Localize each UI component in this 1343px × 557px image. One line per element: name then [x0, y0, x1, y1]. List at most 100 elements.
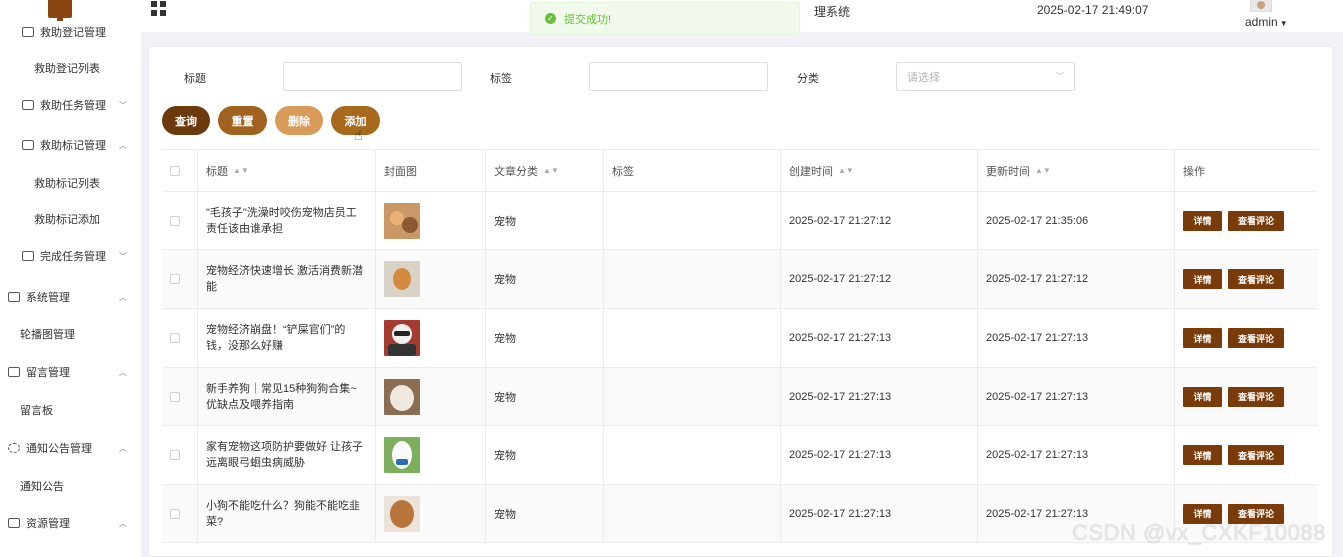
- document-icon: [22, 100, 34, 110]
- row-updated: 2025-02-17 21:27:12: [978, 250, 1175, 308]
- dog-with-sunglasses-photo: [384, 320, 420, 356]
- user-menu[interactable]: admin ▼: [1245, 15, 1288, 29]
- delete-button[interactable]: 删除: [275, 106, 323, 135]
- chevron-up-icon: ︿: [119, 367, 127, 377]
- current-datetime: 2025-02-17 21:49:07: [1037, 3, 1149, 17]
- detail-button[interactable]: 详情: [1183, 445, 1222, 465]
- row-created: 2025-02-17 21:27:13: [781, 309, 978, 367]
- chevron-down-icon: ﹀: [1056, 72, 1064, 81]
- white-dog-photo: [384, 437, 420, 473]
- row-category: 宠物: [486, 192, 604, 249]
- box-icon: [8, 518, 20, 528]
- filter-tag-input[interactable]: [589, 62, 768, 91]
- column-title[interactable]: 标题 ▲▼: [198, 150, 376, 191]
- column-created[interactable]: 创建时间 ▲▼: [781, 150, 978, 191]
- view-comments-button[interactable]: 查看评论: [1228, 269, 1284, 289]
- sort-icon[interactable]: ▲▼: [838, 166, 854, 175]
- row-updated: 2025-02-17 21:35:06: [978, 192, 1175, 249]
- row-tag: [604, 192, 781, 249]
- filter-category-select[interactable]: 请选择 ﹀: [896, 62, 1075, 91]
- view-comments-button[interactable]: 查看评论: [1228, 445, 1284, 465]
- folder-icon: [8, 367, 20, 377]
- row-title: 宠物经济崩盘！“铲屎官们”的钱，没那么好赚: [198, 309, 376, 367]
- sort-icon[interactable]: ▲▼: [543, 166, 559, 175]
- poodle-photo: [384, 495, 420, 532]
- filter-tag-label: 标签: [490, 73, 512, 85]
- sidebar-item-rescue-mark-add[interactable]: 救助标记添加: [34, 209, 141, 229]
- row-checkbox[interactable]: [170, 215, 180, 226]
- chevron-up-icon: ︿: [119, 518, 127, 528]
- chevron-up-icon: ︿: [119, 140, 127, 150]
- row-updated: 2025-02-17 21:27:13: [978, 368, 1175, 425]
- row-category: 宠物: [486, 309, 604, 367]
- hand-cursor-icon: ☝: [354, 127, 363, 143]
- table-row: "毛孩子"洗澡时咬伤宠物店员工 责任该由谁承担 宠物 2025-02-17 21…: [162, 192, 1318, 250]
- row-category: 宠物: [486, 250, 604, 308]
- row-tag: [604, 309, 781, 367]
- row-category: 宠物: [486, 426, 604, 484]
- sidebar-item-notice[interactable]: 通知公告管理 ︿: [8, 438, 141, 458]
- sidebar-item-notice-list[interactable]: 通知公告: [20, 476, 141, 496]
- document-icon: [22, 27, 34, 37]
- shiba-dog-photo: [384, 261, 420, 297]
- sidebar-item-system[interactable]: 系统管理 ︿: [8, 287, 141, 307]
- user-avatar[interactable]: [1250, 0, 1272, 12]
- sidebar-item-resources[interactable]: 资源管理 ︿: [8, 513, 141, 533]
- view-comments-button[interactable]: 查看评论: [1228, 386, 1284, 407]
- row-updated: 2025-02-17 21:27:13: [978, 309, 1175, 367]
- row-checkbox[interactable]: [170, 274, 180, 284]
- chevron-up-icon: ︿: [119, 443, 127, 453]
- row-checkbox[interactable]: [170, 508, 180, 519]
- reset-button[interactable]: 重置: [218, 106, 267, 135]
- row-created: 2025-02-17 21:27:13: [781, 368, 978, 425]
- select-all-checkbox[interactable]: [170, 165, 180, 176]
- row-tag: [604, 368, 781, 425]
- sidebar-item-rescue-register-list[interactable]: 救助登记列表: [34, 58, 141, 78]
- sidebar-item-rescue-register[interactable]: 救助登记管理: [22, 22, 141, 42]
- sidebar-item-rescue-mark-list[interactable]: 救助标记列表: [34, 173, 141, 193]
- row-category: 宠物: [486, 368, 604, 425]
- row-checkbox[interactable]: [170, 391, 180, 402]
- row-title: 新手养狗｜常见15种狗狗合集~优缺点及喂养指南: [198, 368, 376, 425]
- column-updated[interactable]: 更新时间 ▲▼: [978, 150, 1175, 191]
- sort-icon[interactable]: ▲▼: [1035, 166, 1051, 175]
- sidebar-item-carousel[interactable]: 轮播图管理: [20, 324, 141, 344]
- sidebar-item-rescue-task[interactable]: 救助任务管理 ﹀: [22, 95, 141, 115]
- row-checkbox[interactable]: [170, 333, 180, 343]
- sort-icon[interactable]: ▲▼: [233, 166, 249, 175]
- row-created: 2025-02-17 21:27:13: [781, 485, 978, 542]
- chevron-down-icon: ﹀: [119, 100, 127, 110]
- system-title: 理系统: [814, 5, 851, 19]
- view-comments-button[interactable]: 查看评论: [1228, 210, 1284, 231]
- query-button[interactable]: 查询: [162, 106, 210, 135]
- chevron-up-icon: ︿: [119, 292, 127, 302]
- row-created: 2025-02-17 21:27:12: [781, 192, 978, 249]
- monitor-logo-icon: [48, 0, 72, 21]
- row-tag: [604, 485, 781, 542]
- detail-button[interactable]: 详情: [1183, 210, 1222, 231]
- sidebar-item-messages[interactable]: 留言管理 ︿: [8, 362, 141, 382]
- sidebar-item-rescue-mark[interactable]: 救助标记管理 ︿: [22, 135, 141, 155]
- detail-button[interactable]: 详情: [1183, 386, 1222, 407]
- filter-title-input[interactable]: [283, 62, 462, 91]
- chevron-down-icon: ﹀: [119, 251, 127, 261]
- row-title: 宠物经济快速增长 激活消费新潜能: [198, 250, 376, 308]
- column-actions: 操作: [1183, 165, 1205, 178]
- sidebar-item-message-board[interactable]: 留言板: [20, 400, 141, 420]
- document-icon: [22, 140, 34, 150]
- caret-down-icon: ▼: [1279, 19, 1288, 28]
- column-tag: 标签: [604, 150, 781, 191]
- fluffy-dog-photo: [384, 378, 420, 415]
- sidebar-item-completed-task[interactable]: 完成任务管理 ﹀: [22, 246, 141, 266]
- detail-button[interactable]: 详情: [1183, 269, 1222, 289]
- username: admin: [1245, 15, 1278, 29]
- table-header-row: 标题 ▲▼ 封面图 文章分类 ▲▼ 标签 创建时间 ▲▼ 更新时间 ▲▼ 操作: [162, 150, 1318, 192]
- view-comments-button[interactable]: 查看评论: [1228, 328, 1284, 348]
- column-category[interactable]: 文章分类 ▲▼: [486, 150, 604, 191]
- row-title: 家有宠物这项防护要做好 让孩子远离眼弓蛔虫病威胁: [198, 426, 376, 484]
- detail-button[interactable]: 详情: [1183, 328, 1222, 348]
- row-checkbox[interactable]: [170, 450, 180, 460]
- menu-grid-icon[interactable]: [151, 1, 166, 16]
- filter-category-label: 分类: [797, 73, 819, 85]
- row-title: 小狗不能吃什么？狗能不能吃韭菜?: [198, 485, 376, 542]
